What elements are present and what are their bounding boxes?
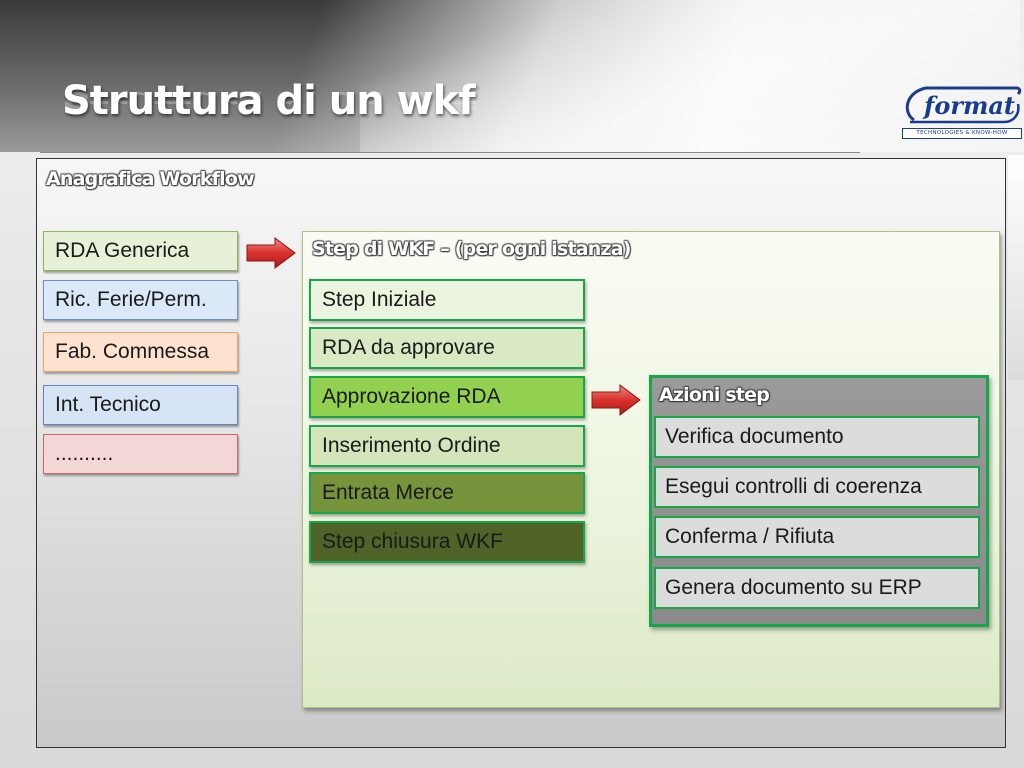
right-arrow-icon [591,384,641,416]
workflow-type-ferie-perm[interactable]: Ric. Ferie/Perm. [43,280,238,320]
page-title: Struttura di un wkf [62,78,476,124]
action-verifica-documento[interactable]: Verifica documento [654,416,980,458]
step-item[interactable]: Step chiusura WKF [309,521,585,563]
step-item[interactable]: Entrata Merce [309,472,585,514]
right-arrow-icon [246,237,296,269]
right-edge-band [1008,155,1024,380]
action-label: Esegui controlli di coerenza [665,475,922,498]
step-item[interactable]: RDA da approvare [309,327,585,369]
workflow-type-label: RDA Generica [55,239,190,262]
step-label: RDA da approvare [322,336,495,359]
step-item-active[interactable]: Approvazione RDA [309,376,585,418]
workflow-type-more[interactable]: .......... [43,434,238,474]
workflow-type-int-tecnico[interactable]: Int. Tecnico [43,385,238,425]
step-label: Entrata Merce [322,481,454,504]
workflow-type-rda-generica[interactable]: RDA Generica [43,231,238,271]
workflow-type-label: .......... [55,442,114,465]
step-label: Step chiusura WKF [322,530,503,553]
action-conferma-rifiuta[interactable]: Conferma / Rifiuta [654,516,980,558]
action-label: Verifica documento [665,425,844,448]
step-item[interactable]: Inserimento Ordine [309,425,585,467]
workflow-type-label: Ric. Ferie/Perm. [55,288,207,311]
step-label: Step Iniziale [322,288,437,311]
action-label: Conferma / Rifiuta [665,525,835,548]
logo-wordmark: format [922,91,1015,120]
workflow-type-label: Fab. Commessa [55,340,210,363]
actions-title: Azioni step [659,384,770,406]
steps-title: Step di WKF – (per ogni istanza) [312,238,631,260]
workflow-type-label: Int. Tecnico [55,393,161,416]
step-label: Inserimento Ordine [322,434,501,457]
step-label: Approvazione RDA [322,385,501,408]
action-genera-documento[interactable]: Genera documento su ERP [654,567,980,609]
registry-title: Anagrafica Workflow [46,168,255,190]
workflow-type-fab-commessa[interactable]: Fab. Commessa [43,332,238,372]
step-item[interactable]: Step Iniziale [309,279,585,321]
action-controlli-coerenza[interactable]: Esegui controlli di coerenza [654,466,980,508]
logo-tagline: TECHNOLOGIES & KNOW-HOW [902,128,1022,139]
action-label: Genera documento su ERP [665,576,922,599]
title-divider [40,152,860,153]
